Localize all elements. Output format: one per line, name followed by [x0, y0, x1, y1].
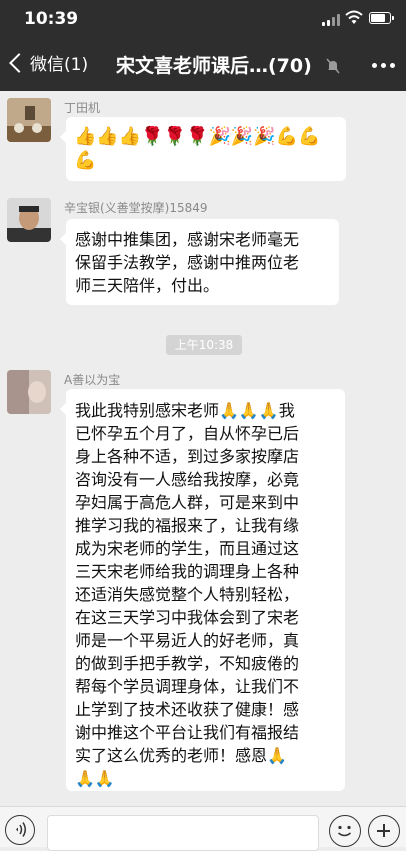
signal-icon: [322, 14, 342, 26]
message-line: 咨询没有一人感给我按摩，必竟: [75, 470, 300, 489]
message-line: 推学习我的福报来了，让我有缘: [75, 516, 300, 535]
sender-name: A善以为宝: [64, 373, 121, 387]
message-line: 🙏🙏: [75, 769, 115, 788]
voice-waves: [16, 822, 26, 837]
avatar[interactable]: [7, 370, 51, 414]
avatar-image: [7, 198, 51, 242]
avatar[interactable]: [7, 98, 51, 142]
message-line: 还适消失感觉整个人特别轻松，: [75, 585, 300, 604]
message-line: 在这三天学习中我体会到了宋老: [75, 608, 300, 627]
status-bar: 10:39: [0, 0, 406, 38]
message-bubble[interactable]: 我此我特别感宋老师🙏🙏🙏我 已怀孕五个月了，自从怀孕已后 身上各种不适，到过多家按摩…: [60, 389, 345, 791]
message-line: 的做到手把手教学，不知疲倦的: [75, 654, 300, 673]
voice-icon[interactable]: [5, 815, 35, 845]
message-line: 师是一个平易近人的好老师，真: [75, 631, 300, 650]
back-label: 微信(1): [30, 55, 89, 75]
back-arrow-icon: [9, 52, 29, 73]
battery-icon: [369, 12, 394, 24]
sender-name: 丁田机: [64, 101, 101, 115]
emoji-face: [338, 825, 351, 837]
message-line: 保留手法教学，感谢中推两位老: [75, 253, 300, 272]
avatar-image: [7, 370, 51, 414]
message-line: 孕妇属于高危人群，可是来到中: [75, 493, 300, 512]
message-line: 师三天陪伴，付出。: [75, 276, 220, 295]
nav-bar: 微信(1) 宋文喜老师课后…(70): [0, 38, 406, 91]
message-line: 已怀孕五个月了，自从怀孕已后: [75, 424, 300, 443]
mute-icon: [326, 58, 340, 74]
timestamp: 上午10:38: [166, 335, 242, 355]
plus-icon[interactable]: [368, 815, 400, 847]
wifi-icon: [345, 10, 363, 24]
message-line: 谢中推这个平台让我们有福报结: [75, 723, 300, 742]
message-line: 身上各种不适，到过多家按摩店: [75, 447, 300, 466]
battery-level: [371, 14, 385, 22]
avatar[interactable]: [7, 198, 51, 242]
message-line: 帮每个学员调理身体，让我们不: [75, 677, 300, 696]
message-line: 成为宋老师的学生，而且通过这: [75, 539, 300, 558]
message-line: 三天宋老师给我的调理身上各种: [75, 562, 300, 581]
message-line: 实了这么优秀的老师！感恩🙏: [75, 746, 287, 765]
message-line: 我此我特别感宋老师🙏🙏🙏我: [75, 401, 295, 420]
more-icon[interactable]: [372, 63, 395, 68]
input-bar: [0, 806, 406, 851]
avatar-image: [7, 98, 51, 142]
chat-title: 宋文喜老师课后…(70): [116, 55, 312, 77]
message-bubble[interactable]: 感谢中推集团，感谢宋老师毫无 保留手法教学，感谢中推两位老 师三天陪伴，付出。: [60, 219, 339, 305]
top-bar: 10:39 微信(1) 宋文喜老师课后…(70): [0, 0, 406, 91]
message-text: 👍👍👍🌹🌹🌹🎉🎉🎉💪💪: [74, 126, 321, 147]
sender-name: 辛宝银(义善堂按摩)15849: [64, 201, 208, 215]
back-button[interactable]: 微信(1): [6, 50, 88, 75]
message-line: 感谢中推集团，感谢宋老师毫无: [75, 230, 300, 249]
message-text: 💪: [74, 150, 97, 171]
status-time: 10:39: [24, 9, 79, 29]
emoji-icon[interactable]: [329, 815, 361, 847]
message-line: 止学到了技术还收获了健康！感: [75, 700, 300, 719]
message-bubble[interactable]: 👍👍👍🌹🌹🌹🎉🎉🎉💪💪 💪: [60, 117, 346, 181]
